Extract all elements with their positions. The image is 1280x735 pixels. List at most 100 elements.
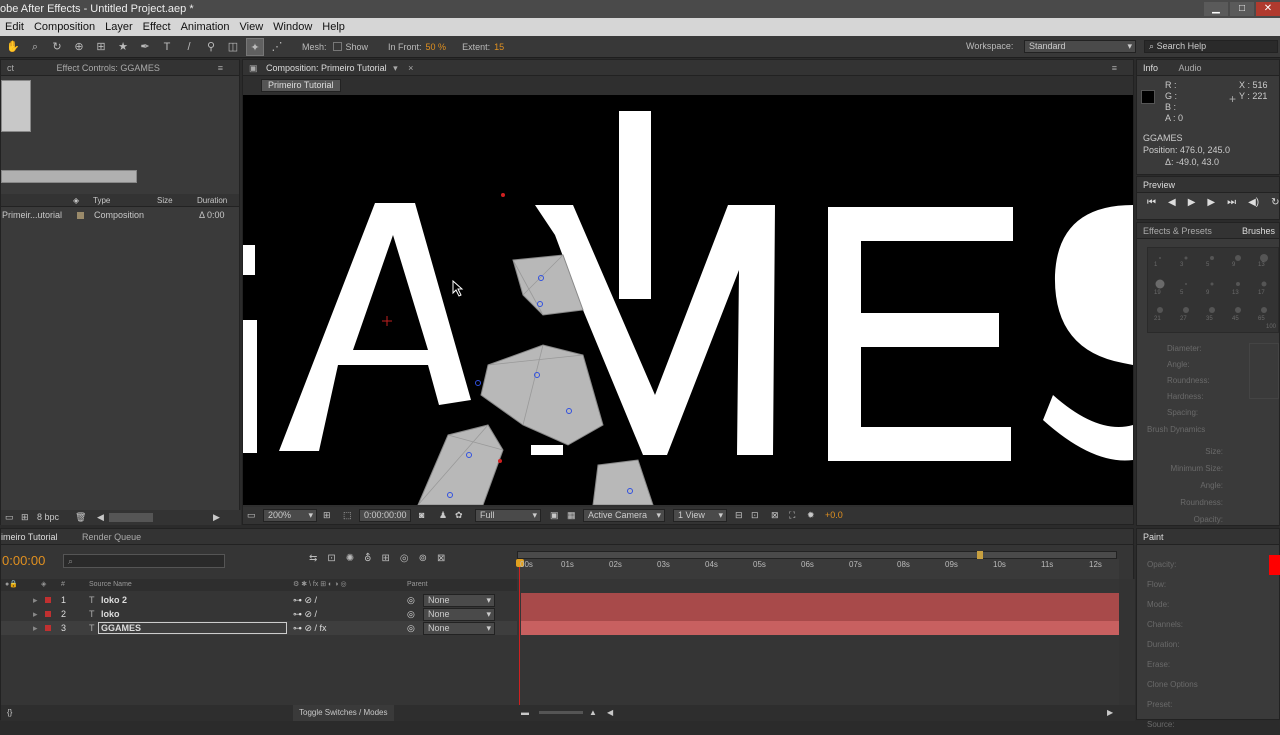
expand-panel-icon[interactable]: {} bbox=[7, 705, 12, 721]
project-scrollbar-thumb[interactable] bbox=[109, 513, 153, 522]
maximize-button[interactable]: □ bbox=[1230, 2, 1254, 16]
tab-brushes[interactable]: Brushes bbox=[1242, 223, 1275, 239]
parent-pick-whip-icon[interactable]: ◎ bbox=[407, 621, 415, 635]
previous-frame-icon[interactable]: ◀ bbox=[1168, 197, 1176, 208]
parent-dropdown[interactable]: None ▾ bbox=[423, 622, 495, 635]
composition-viewer[interactable] bbox=[243, 95, 1133, 505]
work-area-end-handle[interactable] bbox=[977, 551, 983, 559]
menu-effect[interactable]: Effect bbox=[138, 18, 176, 36]
type-tool-icon[interactable]: T bbox=[158, 38, 176, 56]
resolution-dropdown[interactable]: Full ▾ bbox=[475, 509, 541, 522]
scroll-left-icon[interactable]: ◀ bbox=[607, 705, 613, 721]
zoom-slider[interactable] bbox=[539, 711, 583, 714]
tab-info[interactable]: Info bbox=[1143, 63, 1158, 73]
pen-tool-icon[interactable]: ✒ bbox=[136, 38, 154, 56]
first-frame-icon[interactable]: ⏮ bbox=[1147, 197, 1156, 208]
tab-paint[interactable]: Paint bbox=[1143, 532, 1164, 542]
close-button[interactable]: ✕ bbox=[1256, 2, 1280, 16]
menu-animation[interactable]: Animation bbox=[176, 18, 235, 36]
zoom-out-icon[interactable]: ▬ bbox=[521, 705, 529, 721]
puppet-pin-tool-icon[interactable]: ✦ bbox=[246, 37, 264, 56]
timeline-icon[interactable]: ⊠ bbox=[771, 507, 779, 524]
menu-window[interactable]: Window bbox=[268, 18, 317, 36]
always-preview-icon[interactable]: ▭ bbox=[247, 507, 256, 524]
exposure-icon[interactable]: ✹ bbox=[807, 507, 815, 524]
lock-icon[interactable]: ▣ bbox=[249, 63, 258, 73]
menu-help[interactable]: Help bbox=[317, 18, 350, 36]
tab-timeline[interactable]: imeiro Tutorial bbox=[1, 532, 58, 542]
project-search-input[interactable] bbox=[1, 170, 137, 183]
expand-icon[interactable]: ▸ bbox=[33, 621, 38, 635]
tab-render-queue[interactable]: Render Queue bbox=[82, 532, 141, 542]
panel-menu-icon[interactable]: ≡ bbox=[218, 60, 223, 76]
tab-effect-controls[interactable]: Effect Controls: GGAMES bbox=[57, 63, 160, 73]
layer-row-selected[interactable]: ▸ 3 T GGAMES ⊶ ⊘ / fx ◎ None ▾ bbox=[1, 621, 517, 635]
current-time-indicator[interactable] bbox=[519, 559, 520, 705]
mask-visibility-icon[interactable]: ⬚ bbox=[343, 507, 352, 524]
close-tab-icon[interactable]: × bbox=[408, 63, 413, 73]
parent-pick-whip-icon[interactable]: ◎ bbox=[407, 607, 415, 621]
eraser-tool-icon[interactable]: ◫ bbox=[224, 38, 242, 56]
layer-duration-bar[interactable] bbox=[521, 593, 1119, 607]
draft-3d-icon[interactable]: ⊡ bbox=[327, 553, 335, 564]
panel-menu-icon[interactable]: ≡ bbox=[1112, 60, 1117, 76]
menu-layer[interactable]: Layer bbox=[100, 18, 138, 36]
layer-switches[interactable]: ⊶ ⊘ / bbox=[293, 593, 317, 607]
workspace-dropdown[interactable]: Standard ▾ bbox=[1024, 40, 1136, 53]
camera-tool-icon[interactable]: ⊕ bbox=[70, 38, 88, 56]
layer-search-input[interactable]: ⌕ bbox=[63, 554, 225, 568]
toggle-switches-button[interactable]: Toggle Switches / Modes bbox=[293, 705, 394, 721]
brainstorm-icon[interactable]: ◎ bbox=[400, 553, 409, 564]
tab-audio[interactable]: Audio bbox=[1179, 63, 1202, 73]
exposure-value[interactable]: +0.0 bbox=[825, 507, 843, 524]
zoom-in-icon[interactable]: ▲ bbox=[589, 705, 597, 721]
label-color-swatch[interactable] bbox=[45, 611, 51, 617]
zoom-tool-icon[interactable]: ⌕ bbox=[26, 38, 44, 56]
layer-name[interactable]: GGAMES bbox=[98, 622, 287, 634]
last-frame-icon[interactable]: ⏭ bbox=[1227, 197, 1236, 208]
new-folder-icon[interactable]: ▭ bbox=[5, 510, 14, 525]
zoom-dropdown[interactable]: 200% ▾ bbox=[263, 509, 317, 522]
play-icon[interactable]: ▶ bbox=[1188, 197, 1196, 208]
minimize-button[interactable]: ▁ bbox=[1204, 2, 1228, 16]
label-color-swatch[interactable] bbox=[45, 625, 51, 631]
live-update-icon[interactable]: ⊠ bbox=[437, 553, 445, 564]
hide-shy-icon[interactable]: ✺ bbox=[346, 553, 354, 564]
loop-icon[interactable]: ↻ bbox=[1271, 197, 1279, 208]
snapshot-icon[interactable]: ◙ bbox=[419, 507, 424, 524]
layer-row[interactable]: ▸ 2 T loko ⊶ ⊘ / ◎ None ▾ bbox=[1, 607, 517, 621]
star-tool-icon[interactable]: ★ bbox=[114, 38, 132, 56]
col-size[interactable]: Size bbox=[157, 194, 173, 207]
tab-effects-presets[interactable]: Effects & Presets bbox=[1143, 226, 1212, 236]
new-comp-icon[interactable]: ⊞ bbox=[21, 510, 29, 525]
time-ruler[interactable] bbox=[517, 559, 1119, 579]
timeline-timecode[interactable]: 0:00:00 bbox=[2, 553, 45, 568]
channel-icon[interactable]: ✿ bbox=[455, 507, 463, 524]
brush-tip-grid[interactable]: 1 3 5 9 13 19 5 9 13 17 21 27 35 45 65 1… bbox=[1147, 247, 1279, 333]
show-checkbox[interactable] bbox=[332, 42, 342, 51]
motion-blur-icon[interactable]: ⊞ bbox=[382, 553, 390, 564]
layer-row[interactable]: ▸ 1 T loko 2 ⊶ ⊘ / ◎ None ▾ bbox=[1, 593, 517, 607]
col-type[interactable]: Type bbox=[93, 194, 110, 207]
audio-icon[interactable]: ◀) bbox=[1248, 197, 1259, 208]
layer-name[interactable]: loko 2 bbox=[101, 593, 127, 607]
comp-mini-flowchart-icon[interactable]: ⇆ bbox=[309, 553, 317, 564]
safe-zones-icon[interactable]: ⊞ bbox=[323, 507, 331, 524]
menu-view[interactable]: View bbox=[235, 18, 269, 36]
menu-composition[interactable]: Composition bbox=[29, 18, 100, 36]
puppet-starch-tool-icon[interactable]: ⋰ bbox=[268, 38, 286, 56]
menu-edit[interactable]: Edit bbox=[0, 18, 29, 36]
tab-preview[interactable]: Preview bbox=[1143, 180, 1175, 190]
scroll-right-icon[interactable]: ▶ bbox=[213, 510, 220, 525]
layer-duration-bar[interactable] bbox=[521, 607, 1119, 621]
scroll-right-icon[interactable]: ▶ bbox=[1107, 705, 1113, 721]
chevron-down-icon[interactable]: ▾ bbox=[393, 63, 398, 73]
breadcrumb[interactable]: Primeiro Tutorial bbox=[261, 79, 341, 92]
expand-icon[interactable]: ▸ bbox=[33, 593, 38, 607]
show-snapshot-icon[interactable]: ♟ bbox=[439, 507, 447, 524]
expand-icon[interactable]: ▸ bbox=[33, 607, 38, 621]
infront-value[interactable]: 50 % bbox=[426, 42, 447, 52]
layer-duration-bar-selected[interactable] bbox=[521, 621, 1119, 635]
frame-blending-icon[interactable]: ⛢ bbox=[364, 553, 371, 564]
camera-dropdown[interactable]: Active Camera ▾ bbox=[583, 509, 665, 522]
